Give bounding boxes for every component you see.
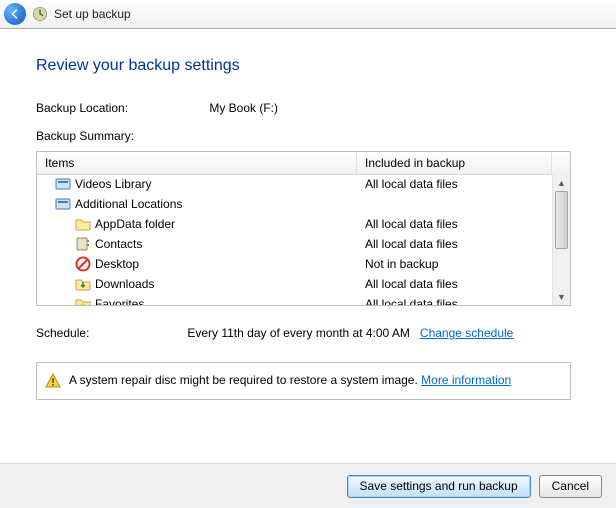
- item-status: All local data files: [357, 237, 553, 251]
- warning-box: A system repair disc might be required t…: [36, 362, 571, 400]
- item-status: All local data files: [357, 177, 553, 191]
- column-header-items[interactable]: Items: [37, 152, 357, 174]
- page-content: Review your backup settings Backup Locat…: [0, 29, 616, 459]
- schedule-value: Every 11th day of every month at 4:00 AM: [187, 326, 410, 340]
- backup-location-value: My Book (F:): [209, 101, 278, 115]
- backup-summary-label: Backup Summary:: [36, 129, 586, 143]
- item-status: Not in backup: [357, 257, 553, 271]
- list-item[interactable]: Additional Locations: [37, 194, 553, 214]
- change-schedule-link[interactable]: Change schedule: [420, 326, 513, 340]
- addressbook-icon: [75, 236, 91, 252]
- backup-app-icon: [32, 6, 48, 22]
- folder-icon: [75, 216, 91, 232]
- item-name: Favorites: [95, 297, 144, 305]
- favorites-icon: [75, 296, 91, 305]
- listview-header: Items Included in backup: [37, 152, 570, 175]
- list-item[interactable]: Contacts All local data files: [37, 234, 553, 254]
- list-item[interactable]: AppData folder All local data files: [37, 214, 553, 234]
- schedule-row: Schedule: Every 11th day of every month …: [36, 326, 586, 340]
- downloads-icon: [75, 276, 91, 292]
- list-item[interactable]: Downloads All local data files: [37, 274, 553, 294]
- backup-location-row: Backup Location: My Book (F:): [36, 101, 586, 115]
- cancel-button[interactable]: Cancel: [539, 475, 602, 498]
- column-header-included[interactable]: Included in backup: [357, 152, 552, 174]
- library-icon: [55, 176, 71, 192]
- library-icon: [55, 196, 71, 212]
- scroll-down-arrow[interactable]: ▼: [553, 288, 570, 305]
- arrow-left-icon: [9, 8, 21, 20]
- titlebar: Set up backup: [0, 0, 616, 29]
- column-header-spacer: [552, 152, 570, 174]
- list-item[interactable]: Desktop Not in backup: [37, 254, 553, 274]
- item-name: Additional Locations: [75, 197, 182, 211]
- item-status: All local data files: [357, 297, 553, 305]
- backup-location-label: Backup Location:: [36, 101, 206, 115]
- item-status: All local data files: [357, 217, 553, 231]
- scrollbar[interactable]: ▲ ▼: [552, 174, 570, 305]
- item-name: Desktop: [95, 257, 139, 271]
- page-heading: Review your backup settings: [36, 57, 586, 75]
- item-name: Contacts: [95, 237, 142, 251]
- scroll-up-arrow[interactable]: ▲: [553, 174, 570, 191]
- item-name: Downloads: [95, 277, 154, 291]
- warning-text-container: A system repair disc might be required t…: [69, 373, 511, 387]
- list-item[interactable]: Videos Library All local data files: [37, 174, 553, 194]
- back-button[interactable]: [4, 3, 26, 25]
- item-status: All local data files: [357, 277, 553, 291]
- list-item[interactable]: Favorites All local data files: [37, 294, 553, 305]
- item-name: AppData folder: [95, 217, 175, 231]
- footer: Save settings and run backup Cancel: [0, 463, 616, 508]
- warning-icon: [45, 373, 61, 389]
- window-title: Set up backup: [54, 7, 131, 21]
- more-information-link[interactable]: More information: [421, 373, 511, 387]
- scroll-thumb[interactable]: [555, 191, 568, 249]
- listview-body: Videos Library All local data files Addi…: [37, 174, 553, 305]
- warning-text: A system repair disc might be required t…: [69, 373, 418, 387]
- schedule-label: Schedule:: [36, 326, 184, 340]
- item-name: Videos Library: [75, 177, 152, 191]
- summary-listview: Items Included in backup Videos Library …: [36, 151, 571, 306]
- save-and-run-button[interactable]: Save settings and run backup: [347, 475, 531, 498]
- blocked-icon: [75, 256, 91, 272]
